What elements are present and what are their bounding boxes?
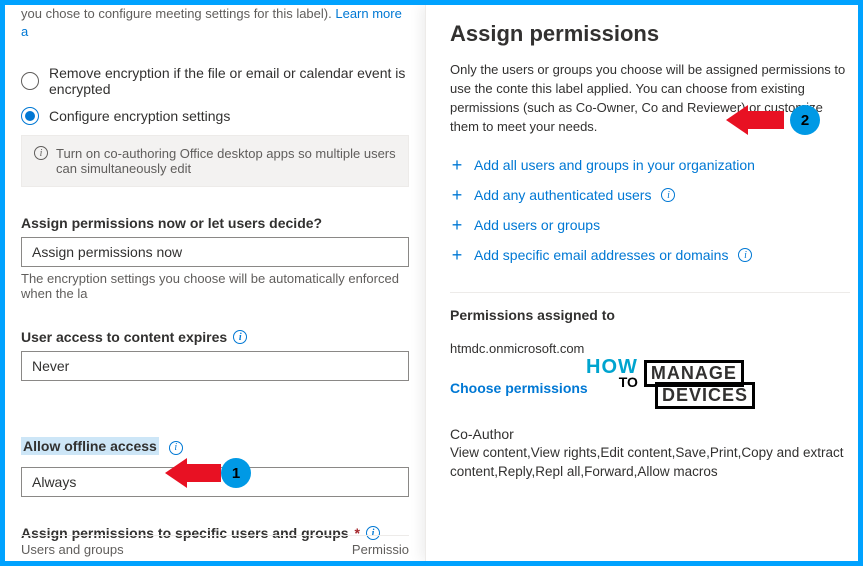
permissions-target: htmdc.onmicrosoft.com: [450, 341, 850, 356]
watermark-logo: HOW TO MANAGE: [586, 358, 744, 389]
plus-icon: +: [450, 156, 464, 174]
watermark-logo-2: DEVICES: [655, 382, 755, 409]
assign-now-helper: The encryption settings you choose will …: [21, 271, 409, 301]
permission-details: View content,View rights,Edit content,Sa…: [450, 444, 850, 480]
radio-checked-icon: [21, 107, 39, 125]
panel-title: Assign permissions: [450, 21, 850, 47]
panel-description: Only the users or groups you choose will…: [450, 61, 850, 136]
coauthoring-text: Turn on co-authoring Office desktop apps…: [56, 146, 396, 176]
offline-label: Allow offline access: [21, 437, 159, 455]
footer-permissions: Permissio: [352, 542, 409, 557]
radio-remove-encryption[interactable]: Remove encryption if the file or email o…: [21, 65, 409, 97]
expires-label: User access to content expires i: [21, 329, 409, 345]
assign-now-select[interactable]: [21, 237, 409, 267]
add-users-groups-link[interactable]: + Add users or groups: [450, 210, 850, 240]
plus-icon: +: [450, 186, 464, 204]
info-icon[interactable]: i: [169, 441, 183, 455]
radio-unchecked-icon: [21, 72, 39, 90]
permissions-assigned-heading: Permissions assigned to: [450, 307, 850, 323]
assign-permissions-link[interactable]: Assign permissions: [21, 559, 142, 561]
add-all-users-link[interactable]: + Add all users and groups in your organ…: [450, 150, 850, 180]
info-icon[interactable]: i: [661, 188, 675, 202]
info-icon[interactable]: i: [738, 248, 752, 262]
footer-users-groups[interactable]: Users and groups: [21, 542, 124, 557]
offline-select[interactable]: [21, 467, 409, 497]
info-icon: i: [34, 146, 48, 160]
add-authenticated-users-link[interactable]: + Add any authenticated users i: [450, 180, 850, 210]
plus-icon: +: [450, 216, 464, 234]
permission-role: Co-Author: [450, 426, 850, 442]
info-icon[interactable]: i: [233, 330, 247, 344]
divider: [450, 292, 850, 293]
plus-icon: +: [450, 246, 464, 264]
choose-permissions-link[interactable]: Choose permissions: [450, 380, 588, 396]
radio-configure-encryption[interactable]: Configure encryption settings: [21, 107, 409, 125]
radio-remove-label: Remove encryption if the file or email o…: [49, 65, 409, 97]
expires-select[interactable]: [21, 351, 409, 381]
coauthoring-info: i Turn on co-authoring Office desktop ap…: [21, 135, 409, 187]
add-email-domains-link[interactable]: + Add specific email addresses or domain…: [450, 240, 850, 270]
intro-text: you chose to configure meeting settings …: [21, 6, 332, 21]
assign-now-label: Assign permissions now or let users deci…: [21, 215, 409, 231]
radio-configure-label: Configure encryption settings: [49, 108, 230, 124]
